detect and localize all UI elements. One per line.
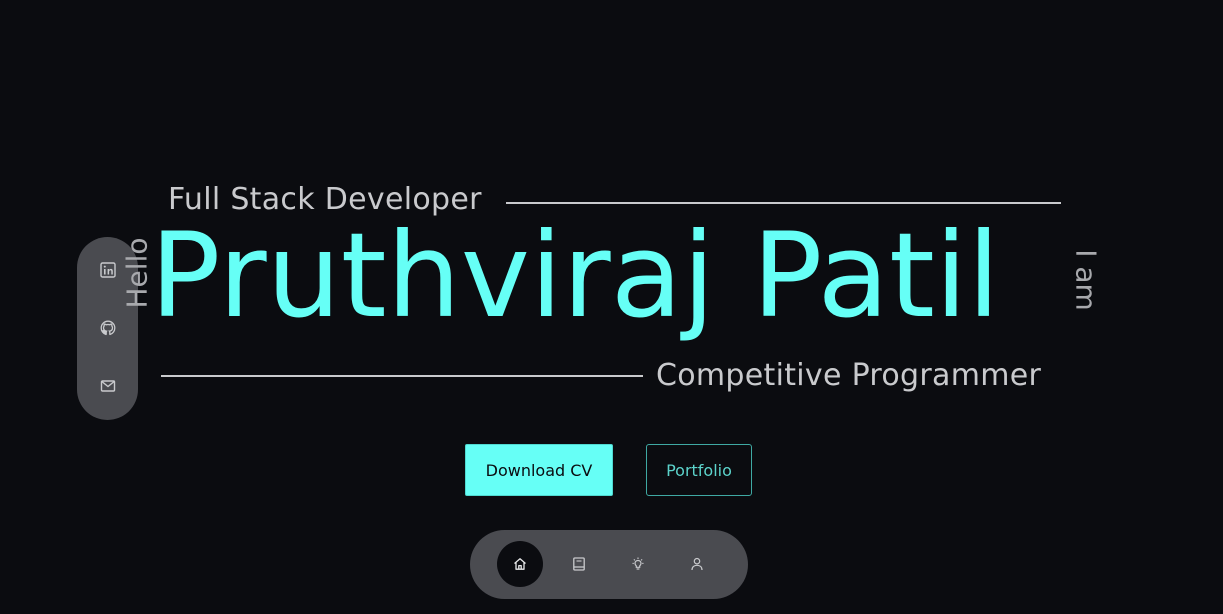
mail-icon[interactable] (99, 377, 117, 395)
nav-item-book[interactable] (556, 541, 602, 587)
hero-name: Pruthviraj Patil (150, 207, 1000, 344)
portfolio-button[interactable]: Portfolio (646, 444, 752, 496)
user-icon (691, 557, 703, 571)
github-icon[interactable] (99, 319, 117, 337)
divider-bottom (161, 375, 643, 377)
linkedin-icon[interactable] (99, 261, 117, 279)
download-cv-button[interactable]: Download CV (465, 444, 613, 496)
divider-top (506, 202, 1061, 204)
intro-text-container: I am (1066, 240, 1106, 320)
role-secondary: Competitive Programmer (656, 358, 1042, 393)
nav-item-ideas[interactable] (615, 541, 661, 587)
lightbulb-icon (632, 557, 644, 570)
intro-text: I am (1069, 249, 1103, 311)
nav-item-profile[interactable] (674, 541, 720, 587)
book-icon (573, 557, 585, 571)
nav-item-home[interactable] (497, 541, 543, 587)
home-icon (514, 558, 526, 570)
bottom-nav (470, 530, 748, 599)
greeting-text: Hello (120, 237, 154, 309)
